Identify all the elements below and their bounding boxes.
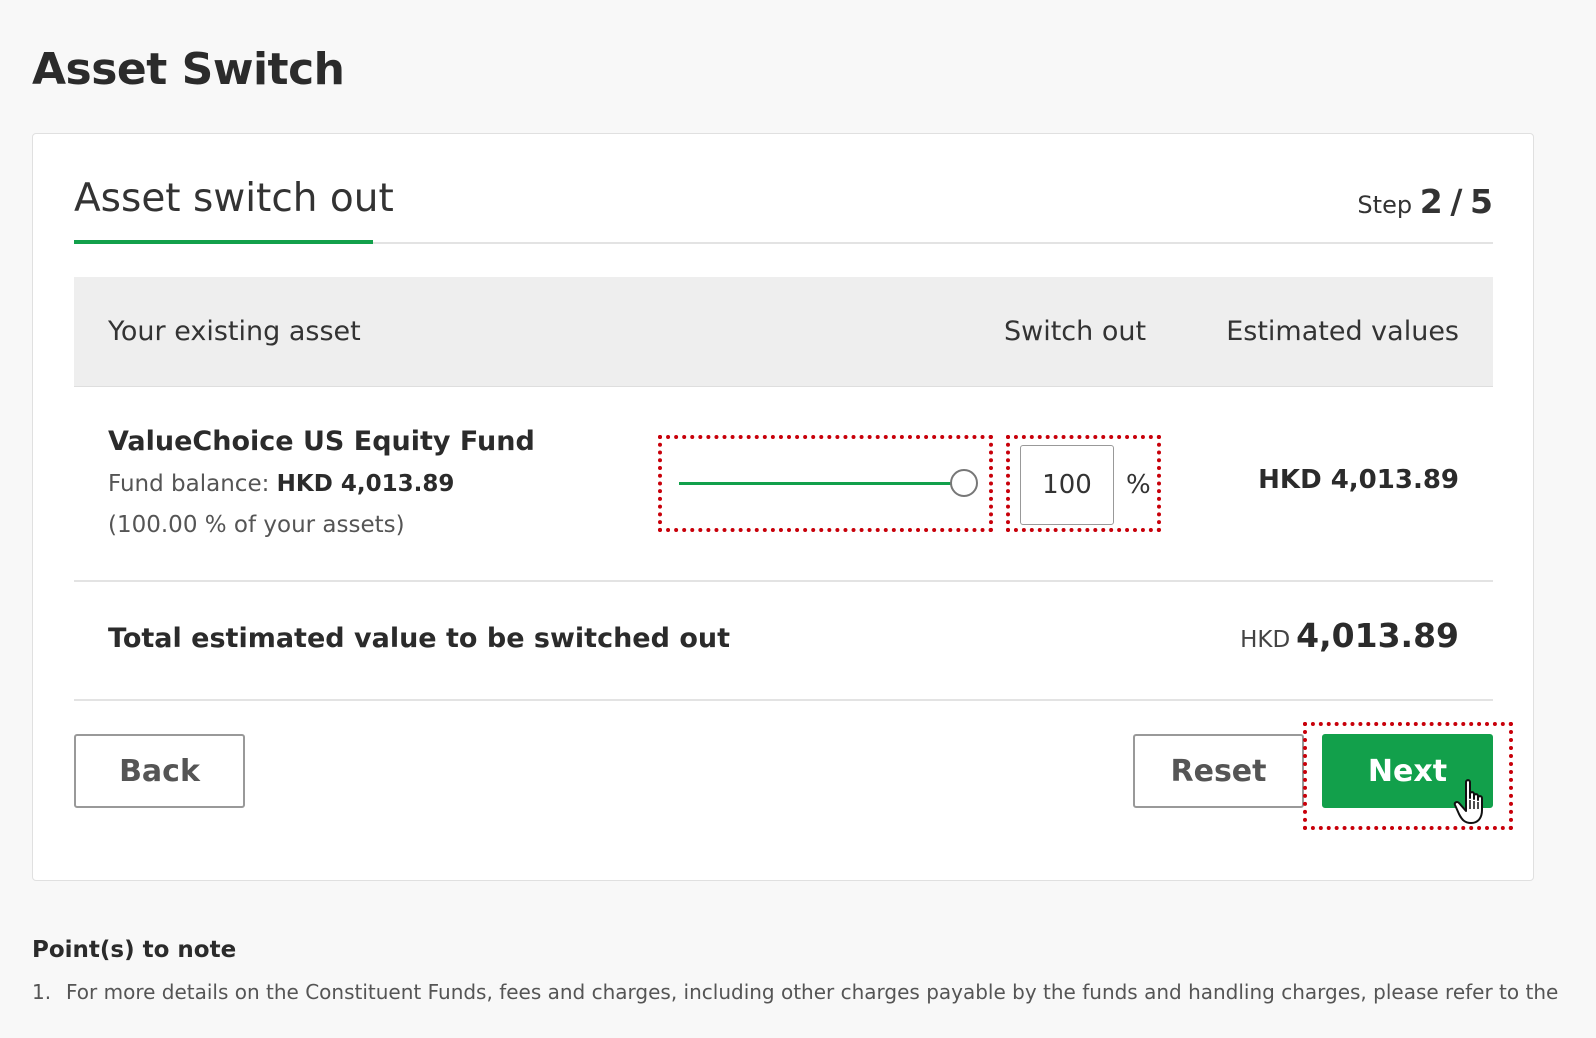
note-item: 1. For more details on the Constituent Fu… xyxy=(32,977,1572,1007)
reset-button[interactable]: Reset xyxy=(1133,734,1304,808)
total-label: Total estimated value to be switched out xyxy=(108,623,731,654)
total-row: Total estimated value to be switched out… xyxy=(74,580,1493,701)
section-title: Asset switch out xyxy=(74,176,394,221)
fund-balance-label: Fund balance: xyxy=(108,471,270,497)
fund-balance: Fund balance: HKD 4,013.89 xyxy=(108,469,454,499)
step-separator: / xyxy=(1450,182,1463,221)
switch-out-slider-thumb[interactable] xyxy=(950,469,978,497)
step-label: Step xyxy=(1357,191,1413,219)
step-total: 5 xyxy=(1470,182,1493,221)
step-indicator: Step 2 / 5 xyxy=(1357,182,1493,225)
estimated-value: HKD 4,013.89 xyxy=(1258,465,1459,495)
table-header: Your existing asset Switch out Estimated… xyxy=(74,277,1493,387)
section-title-underline xyxy=(74,240,373,244)
step-current: 2 xyxy=(1419,182,1443,221)
asset-switch-card: Asset switch out Step 2 / 5 Your existin… xyxy=(32,133,1534,881)
total-currency: HKD xyxy=(1240,627,1291,653)
fund-percent-of-assets: (100.00 % of your assets) xyxy=(108,512,405,538)
switch-out-slider-track[interactable] xyxy=(679,482,964,485)
switch-out-slider-highlight xyxy=(658,435,993,532)
note-text: For more details on the Constituent Fund… xyxy=(66,980,1559,1004)
header-existing-asset: Your existing asset xyxy=(108,316,361,347)
back-button[interactable]: Back xyxy=(74,734,245,808)
header-switch-out: Switch out xyxy=(1004,316,1147,347)
total-value: HKD 4,013.89 xyxy=(1240,616,1459,662)
percent-sign: % xyxy=(1126,470,1151,500)
hand-pointer-icon xyxy=(1453,779,1483,824)
switch-out-input-highlight: % xyxy=(1006,435,1161,532)
switch-out-percent-input[interactable] xyxy=(1020,445,1114,525)
note-number: 1. xyxy=(32,980,52,1004)
notes-title: Point(s) to note xyxy=(32,937,237,963)
fund-balance-value: HKD 4,013.89 xyxy=(276,471,455,497)
page-title: Asset Switch xyxy=(32,44,345,95)
fund-row: ValueChoice US Equity Fund Fund balance:… xyxy=(74,387,1493,582)
card-header: Asset switch out Step 2 / 5 xyxy=(74,134,1493,244)
header-estimated-values: Estimated values xyxy=(1226,316,1459,347)
total-amount: 4,013.89 xyxy=(1296,616,1459,655)
fund-name: ValueChoice US Equity Fund xyxy=(108,426,535,457)
